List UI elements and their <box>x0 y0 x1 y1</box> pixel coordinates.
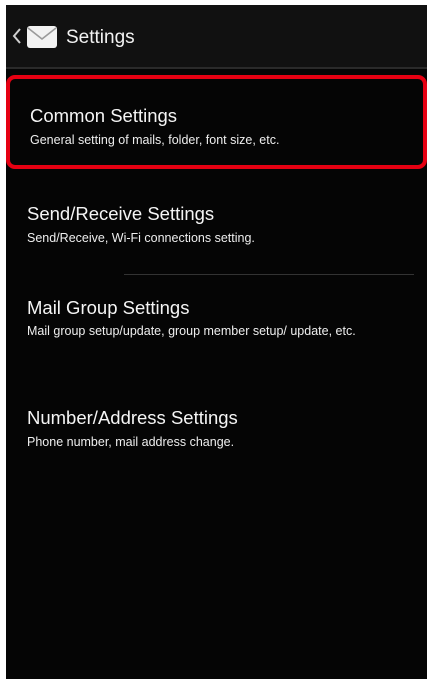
chevron-left-icon[interactable] <box>12 27 22 45</box>
phone-screen: Settings Common Settings General setting… <box>6 5 427 679</box>
send-receive-settings-title: Send/Receive Settings <box>27 203 215 224</box>
list-divider <box>124 274 414 275</box>
mail-envelope-icon[interactable] <box>26 23 58 51</box>
mail-group-settings-title: Mail Group Settings <box>27 297 190 318</box>
send-receive-settings-item[interactable]: Send/Receive Settings Send/Receive, Wi-F… <box>6 187 427 269</box>
common-settings-title: Common Settings <box>30 105 178 126</box>
number-address-settings-item[interactable]: Number/Address Settings Phone number, ma… <box>6 387 427 469</box>
number-address-settings-subtitle: Phone number, mail address change. <box>27 435 235 449</box>
send-receive-settings-subtitle: Send/Receive, Wi-Fi connections setting. <box>27 231 255 245</box>
common-settings-subtitle: General setting of mails, folder, font s… <box>30 133 280 147</box>
page-title: Settings <box>66 27 135 48</box>
action-bar-divider <box>6 67 427 69</box>
mail-group-settings-item[interactable]: Mail Group Settings Mail group setup/upd… <box>6 277 427 377</box>
mail-group-settings-subtitle: Mail group setup/update, group member se… <box>27 324 356 338</box>
number-address-settings-title: Number/Address Settings <box>27 407 238 428</box>
common-settings-item[interactable]: Common Settings General setting of mails… <box>6 75 427 169</box>
action-bar: Settings <box>6 5 427 67</box>
